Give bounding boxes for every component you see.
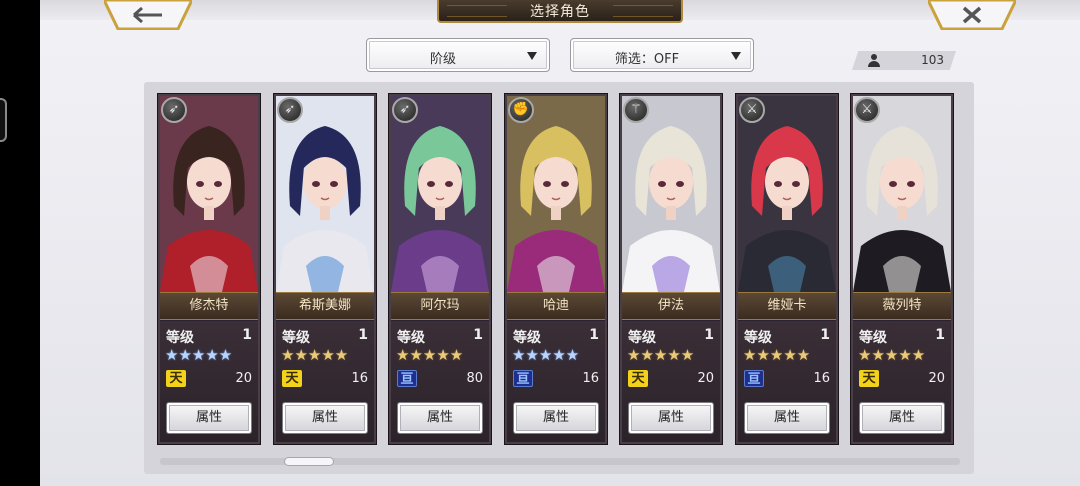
tier-badge: 天: [628, 370, 648, 387]
tier-badge: 天: [166, 370, 186, 387]
character-name: 修杰特: [160, 292, 258, 320]
star-rating: ★★★★★: [627, 346, 695, 364]
character-name: 哈迪: [507, 292, 605, 320]
bow-icon: ➶: [161, 97, 187, 123]
character-portrait[interactable]: [391, 96, 489, 292]
tier-badge: 亘: [513, 370, 533, 387]
character-card[interactable]: ⚚ 伊法 等级 1 ★★★★★ 天 20 属性: [620, 94, 722, 444]
level-label: 等级: [282, 330, 310, 346]
character-portrait[interactable]: [853, 96, 951, 292]
level-label: 等级: [859, 330, 887, 346]
level-value: 1: [473, 327, 483, 343]
character-card[interactable]: ⚔ 维娅卡 等级 1 ★★★★★ 亘 16 属性: [736, 94, 838, 444]
star-rating: ★★★★★: [281, 346, 349, 364]
sword-icon: ⚔: [854, 97, 880, 123]
star-rating: ★★★★★: [512, 346, 580, 364]
character-card[interactable]: ➶ 阿尔玛 等级 1 ★★★★★ 亘 80 属性: [389, 94, 491, 444]
level-value: 1: [820, 327, 830, 343]
attribute-button[interactable]: 属性: [513, 402, 599, 434]
attribute-button[interactable]: 属性: [628, 402, 714, 434]
filter-dropdown[interactable]: 筛选：OFF: [570, 38, 754, 72]
level-label: 等级: [166, 330, 194, 346]
tier-value: 20: [697, 371, 714, 386]
person-icon: [868, 54, 880, 67]
attribute-button[interactable]: 属性: [744, 402, 830, 434]
close-button[interactable]: [928, 0, 1016, 30]
fist-icon: ✊: [508, 97, 534, 123]
star-rating: ★★★★★: [165, 346, 233, 364]
character-stats: 等级 1 ★★★★★ 亘 80 属性: [391, 321, 489, 442]
attribute-button[interactable]: 属性: [397, 402, 483, 434]
level-label: 等级: [513, 330, 541, 346]
character-stats: 等级 1 ★★★★★ 亘 16 属性: [507, 321, 605, 442]
character-card[interactable]: ➶ 修杰特 等级 1 ★★★★★ 天 20 属性: [158, 94, 260, 444]
character-portrait[interactable]: [160, 96, 258, 292]
page-title: 选择角色: [530, 3, 590, 20]
tier-value: 16: [813, 371, 830, 386]
character-name: 希斯美娜: [276, 292, 374, 320]
tier-badge: 亘: [744, 370, 764, 387]
character-portrait[interactable]: [276, 96, 374, 292]
character-name: 薇列特: [853, 292, 951, 320]
sword-icon: ⚔: [739, 97, 765, 123]
tier-value: 80: [466, 371, 483, 386]
attribute-button[interactable]: 属性: [859, 402, 945, 434]
level-value: 1: [935, 327, 945, 343]
level-value: 1: [704, 327, 714, 343]
tier-value: 16: [582, 371, 599, 386]
level-value: 1: [358, 327, 368, 343]
attribute-button[interactable]: 属性: [282, 402, 368, 434]
bow-icon: ➶: [277, 97, 303, 123]
character-portrait[interactable]: [738, 96, 836, 292]
star-rating: ★★★★★: [858, 346, 926, 364]
tier-badge: 天: [282, 370, 302, 387]
back-button[interactable]: [104, 0, 192, 30]
character-stats: 等级 1 ★★★★★ 天 20 属性: [622, 321, 720, 442]
attribute-button[interactable]: 属性: [166, 402, 252, 434]
character-name: 维娅卡: [738, 292, 836, 320]
character-name: 阿尔玛: [391, 292, 489, 320]
chevron-down-icon: [527, 52, 537, 60]
filter-dropdown-label: 筛选：OFF: [614, 52, 680, 67]
tier-value: 20: [235, 371, 252, 386]
chevron-down-icon: [731, 52, 741, 60]
bow-icon: ➶: [392, 97, 418, 123]
horizontal-scrollbar[interactable]: [160, 457, 960, 466]
character-count-badge: 103: [852, 51, 956, 70]
star-rating: ★★★★★: [743, 346, 811, 364]
device-bezel-notch: [0, 98, 7, 142]
character-stats: 等级 1 ★★★★★ 天 20 属性: [853, 321, 951, 442]
level-value: 1: [589, 327, 599, 343]
tier-badge: 天: [859, 370, 879, 387]
tier-badge: 亘: [397, 370, 417, 387]
character-count: 103: [921, 53, 944, 67]
character-card-list: ➶ 修杰特 等级 1 ★★★★★ 天 20 属性 ➶ 希斯美娜 等级 1 ★★★…: [158, 94, 968, 444]
sort-dropdown-label: 阶级: [429, 52, 456, 67]
character-select-screen: 选择角色 阶级 筛选：OFF 103 ➶ 修杰特 等级 1 ★★★★★ 天 20…: [40, 0, 1080, 486]
character-portrait[interactable]: [622, 96, 720, 292]
character-name: 伊法: [622, 292, 720, 320]
level-label: 等级: [397, 330, 425, 346]
star-rating: ★★★★★: [396, 346, 464, 364]
character-card[interactable]: ⚔ 薇列特 等级 1 ★★★★★ 天 20 属性: [851, 94, 953, 444]
level-label: 等级: [744, 330, 772, 346]
tier-value: 16: [351, 371, 368, 386]
scrollbar-thumb[interactable]: [284, 457, 334, 466]
character-list-panel: ➶ 修杰特 等级 1 ★★★★★ 天 20 属性 ➶ 希斯美娜 等级 1 ★★★…: [144, 82, 974, 474]
character-card[interactable]: ➶ 希斯美娜 等级 1 ★★★★★ 天 16 属性: [274, 94, 376, 444]
character-portrait[interactable]: [507, 96, 605, 292]
level-label: 等级: [628, 330, 656, 346]
character-card[interactable]: ✊ 哈迪 等级 1 ★★★★★ 亘 16 属性: [505, 94, 607, 444]
character-stats: 等级 1 ★★★★★ 亘 16 属性: [738, 321, 836, 442]
character-stats: 等级 1 ★★★★★ 天 16 属性: [276, 321, 374, 442]
level-value: 1: [242, 327, 252, 343]
staff-icon: ⚚: [623, 97, 649, 123]
sort-dropdown[interactable]: 阶级: [366, 38, 550, 72]
tier-value: 20: [928, 371, 945, 386]
character-stats: 等级 1 ★★★★★ 天 20 属性: [160, 321, 258, 442]
title-plate: 选择角色: [437, 0, 683, 23]
